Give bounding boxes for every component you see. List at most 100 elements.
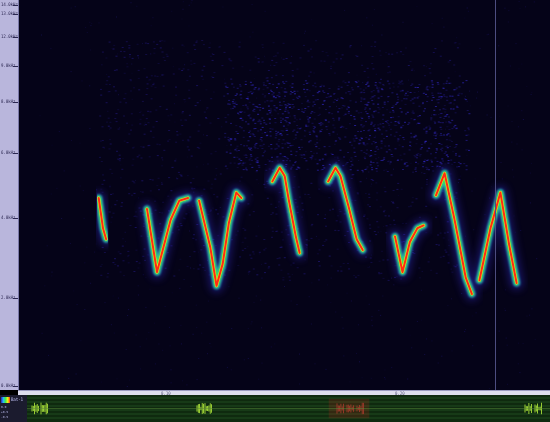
noise-cell — [101, 246, 104, 248]
noise-cell — [460, 93, 463, 95]
playback-cursor[interactable] — [495, 0, 496, 390]
noise-cell — [102, 174, 104, 176]
noise-cell — [394, 121, 397, 123]
noise-cell — [418, 91, 420, 93]
noise-cell — [269, 131, 272, 133]
noise-cell — [119, 253, 122, 255]
noise-cell — [366, 218, 369, 220]
noise-cell — [190, 60, 193, 62]
noise-cell — [509, 65, 511, 67]
noise-cell — [56, 187, 58, 189]
noise-cell — [416, 138, 419, 140]
noise-cell — [235, 150, 238, 152]
noise-cell — [189, 230, 190, 232]
noise-cell — [335, 99, 338, 101]
noise-cell — [401, 222, 404, 224]
noise-cell — [303, 44, 305, 46]
noise-cell — [289, 62, 292, 64]
noise-cell — [322, 165, 325, 166]
waveform-overview[interactable]: Bat-1 0.0 +0.5 -0.5 — [0, 395, 550, 422]
noise-cell — [345, 163, 348, 165]
noise-cell — [201, 40, 204, 41]
noise-cell — [454, 89, 457, 91]
noise-cell — [373, 9, 375, 11]
noise-cell — [328, 134, 331, 136]
noise-cell — [297, 109, 300, 110]
noise-cell — [378, 87, 381, 89]
noise-cell — [130, 113, 133, 115]
noise-cell — [344, 114, 347, 116]
noise-cell — [89, 21, 91, 23]
noise-cell — [350, 300, 352, 302]
noise-cell — [323, 218, 326, 219]
noise-cell — [230, 138, 233, 140]
noise-cell — [416, 97, 419, 99]
noise-cell — [290, 154, 293, 156]
noise-cell — [323, 241, 326, 242]
noise-cell — [106, 80, 109, 82]
noise-cell — [212, 207, 214, 209]
noise-cell — [404, 121, 406, 123]
noise-cell — [374, 98, 376, 100]
noise-cell — [332, 131, 335, 133]
noise-cell — [255, 171, 258, 173]
noise-cell — [173, 103, 175, 105]
noise-cell — [380, 314, 382, 316]
noise-cell — [323, 167, 326, 169]
noise-cell — [226, 168, 229, 170]
noise-cell — [228, 58, 231, 60]
noise-cell — [248, 132, 250, 134]
noise-cell — [113, 86, 115, 88]
noise-cell — [380, 78, 382, 80]
noise-cell — [378, 156, 380, 158]
noise-cell — [305, 160, 308, 162]
noise-cell — [282, 58, 285, 60]
noise-cell — [119, 271, 122, 273]
noise-cell — [184, 64, 186, 66]
noise-cell — [350, 144, 353, 146]
noise-cell — [149, 111, 152, 113]
noise-cell — [310, 151, 313, 152]
noise-cell — [188, 75, 191, 77]
noise-cell — [115, 55, 118, 57]
noise-cell — [389, 128, 392, 130]
noise-cell — [316, 92, 319, 94]
noise-cell — [428, 129, 431, 130]
noise-cell — [398, 120, 401, 122]
noise-cell — [152, 136, 155, 138]
noise-cell — [234, 101, 237, 103]
noise-cell — [326, 55, 329, 57]
noise-cell — [391, 155, 394, 157]
noise-cell — [411, 98, 414, 100]
noise-cell — [257, 61, 260, 63]
noise-cell — [99, 140, 102, 142]
noise-cell — [212, 54, 215, 55]
noise-cell — [153, 52, 156, 54]
noise-cell — [107, 117, 110, 119]
noise-cell — [385, 52, 388, 54]
noise-cell — [109, 143, 112, 145]
noise-cell — [368, 138, 371, 140]
noise-cell — [442, 255, 445, 257]
noise-cell — [246, 106, 249, 108]
noise-cell — [411, 347, 413, 349]
noise-cell — [397, 116, 400, 118]
noise-cell — [256, 274, 259, 276]
noise-cell — [231, 328, 233, 330]
noise-cell — [192, 333, 194, 335]
noise-cell — [168, 130, 171, 131]
spectrogram-view[interactable] — [19, 0, 550, 390]
noise-cell — [209, 42, 211, 44]
noise-cell — [290, 264, 293, 266]
noise-cell — [188, 114, 191, 116]
noise-cell — [361, 45, 363, 47]
noise-cell — [467, 134, 470, 136]
noise-cell — [336, 133, 338, 135]
noise-cell — [354, 125, 357, 126]
noise-cell — [434, 48, 437, 50]
noise-cell — [450, 139, 452, 141]
noise-cell — [268, 109, 271, 111]
noise-cell — [350, 160, 353, 162]
noise-cell — [353, 151, 356, 153]
noise-cell — [284, 108, 287, 110]
